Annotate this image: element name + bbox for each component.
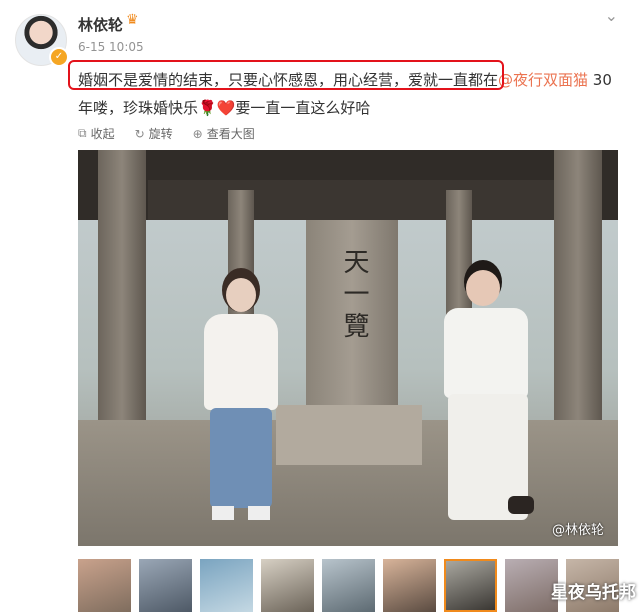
man-figure	[438, 260, 534, 540]
stele-inscription: 天一覽	[339, 248, 369, 344]
thumbnail[interactable]	[444, 559, 497, 612]
main-photo[interactable]: 天一覽 @林依轮	[78, 150, 618, 546]
post-text-part3: 要一直一直这么好哈	[235, 99, 371, 117]
verified-badge-icon: ✓	[49, 47, 69, 67]
crown-icon: ♛	[126, 12, 139, 28]
view-large-label: 查看大图	[206, 127, 255, 141]
thumbnail[interactable]	[322, 559, 375, 612]
rose-emoji: 🌹	[198, 99, 217, 117]
post-time[interactable]: 6-15 10:05	[78, 40, 144, 54]
rotate-icon: ↻	[134, 126, 145, 141]
highlight-box	[68, 60, 504, 90]
zoom-icon: ⊕	[192, 126, 203, 141]
pavilion-beam	[148, 180, 568, 220]
thumbnail[interactable]	[200, 559, 253, 612]
thumbnail[interactable]	[261, 559, 314, 612]
collect-label: 收起	[90, 127, 115, 141]
view-large-button[interactable]: ⊕ 查看大图	[193, 125, 255, 142]
collect-button[interactable]: ⧉ 收起	[78, 125, 115, 142]
pillar-left	[98, 150, 146, 450]
thumbnail[interactable]	[78, 559, 131, 612]
woman-figure	[200, 268, 282, 538]
photo-watermark: @林依轮	[551, 523, 604, 538]
heart-emoji: ❤️	[216, 99, 236, 117]
avatar[interactable]: ✓	[15, 14, 69, 67]
image-actions: ⧉ 收起 ↻ 旋转 ⊕ 查看大图	[78, 125, 255, 142]
username[interactable]: 林依轮	[78, 14, 123, 35]
thumbnail-strip	[78, 559, 619, 612]
collapse-icon: ⧉	[78, 126, 87, 140]
thumbnail[interactable]	[139, 559, 192, 612]
mention-link[interactable]: @夜行双面猫	[498, 71, 588, 89]
thumbnail[interactable]	[383, 559, 436, 612]
stele-plinth	[276, 405, 422, 465]
rotate-button[interactable]: ↻ 旋转	[135, 125, 173, 142]
rotate-label: 旋转	[148, 127, 173, 141]
pillar-right	[554, 150, 602, 450]
chevron-down-icon[interactable]: ⌄	[605, 6, 618, 25]
corner-watermark: 星夜乌托邦	[551, 583, 636, 603]
